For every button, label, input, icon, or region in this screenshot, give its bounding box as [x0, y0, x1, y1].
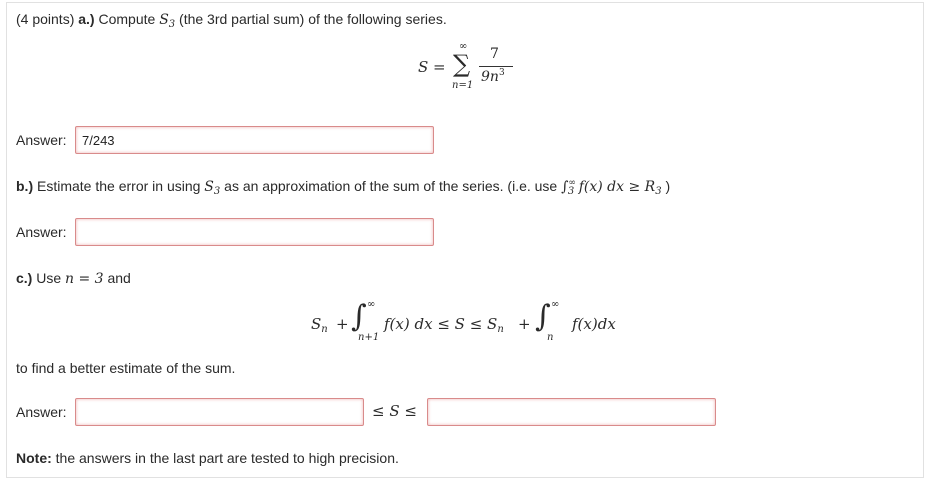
answer-c-label: Answer:	[16, 404, 67, 420]
part-c-text-after: and	[107, 270, 131, 286]
part-c-label: c.)	[16, 270, 33, 286]
inequality-middle: f(x) dx ≤ S ≤ Sn	[384, 315, 504, 335]
sn-left: Sn	[311, 315, 328, 335]
note-text: the answers in the last part are tested …	[55, 450, 399, 466]
note: Note: the answers in the last part are t…	[16, 450, 399, 466]
part-a-text-before: Compute	[98, 11, 156, 27]
part-b-text-before: Estimate the error in using	[37, 178, 201, 194]
plus-left: +	[336, 315, 349, 333]
part-b-prompt: b.) Estimate the error in using S3 as an…	[16, 178, 671, 197]
answer-c-upper-input[interactable]	[427, 398, 716, 426]
formula-lhs: S =	[418, 58, 446, 76]
answer-a-label: Answer:	[16, 132, 67, 148]
integral-left: ∫	[351, 299, 367, 334]
part-c-prompt: c.) Use n = 3 and	[16, 270, 131, 287]
integral-expression: ∫∞3 f(x) dx ≥ R3	[561, 178, 662, 197]
points-label: (4 points)	[16, 11, 75, 27]
fraction-bar	[479, 66, 513, 67]
s3-symbol-b: S3	[204, 179, 221, 197]
integral-right-lower: n	[547, 332, 554, 343]
answer-b-label: Answer:	[16, 224, 67, 240]
plus-right: +	[518, 315, 531, 333]
answer-a-input[interactable]	[75, 126, 434, 154]
sum-lower-limit: n=1	[452, 80, 474, 91]
integral-left-upper: ∞	[367, 299, 376, 310]
part-c-instruction: to find a better estimate of the sum.	[16, 360, 236, 376]
integrand-right: f(x)dx	[572, 315, 616, 333]
part-b-text-mid: as an approximation of the sum of the se…	[224, 178, 558, 194]
fraction-denominator: 9n3	[481, 68, 505, 85]
s3-symbol: S3	[159, 12, 176, 30]
integral-right: ∫	[535, 299, 551, 334]
sum-symbol: ∑	[453, 50, 471, 78]
part-c-text-before: Use	[36, 270, 62, 286]
part-b-label: b.)	[16, 178, 34, 194]
answer-b-input[interactable]	[75, 218, 434, 246]
between-symbol: ≤ S ≤	[372, 402, 417, 420]
part-a-prompt: (4 points) a.) Compute S3 (the 3rd parti…	[16, 11, 447, 30]
part-a-text-after: (the 3rd partial sum) of the following s…	[179, 11, 447, 27]
part-b-close-paren: )	[665, 178, 671, 194]
note-label: Note:	[16, 450, 52, 466]
fraction-numerator: 7	[490, 46, 499, 62]
part-a-label: a.)	[78, 11, 95, 27]
integral-left-lower: n+1	[358, 332, 380, 343]
integral-right-upper: ∞	[551, 299, 560, 310]
answer-c-lower-input[interactable]	[75, 398, 364, 426]
n-equals-3: n = 3	[65, 271, 104, 287]
